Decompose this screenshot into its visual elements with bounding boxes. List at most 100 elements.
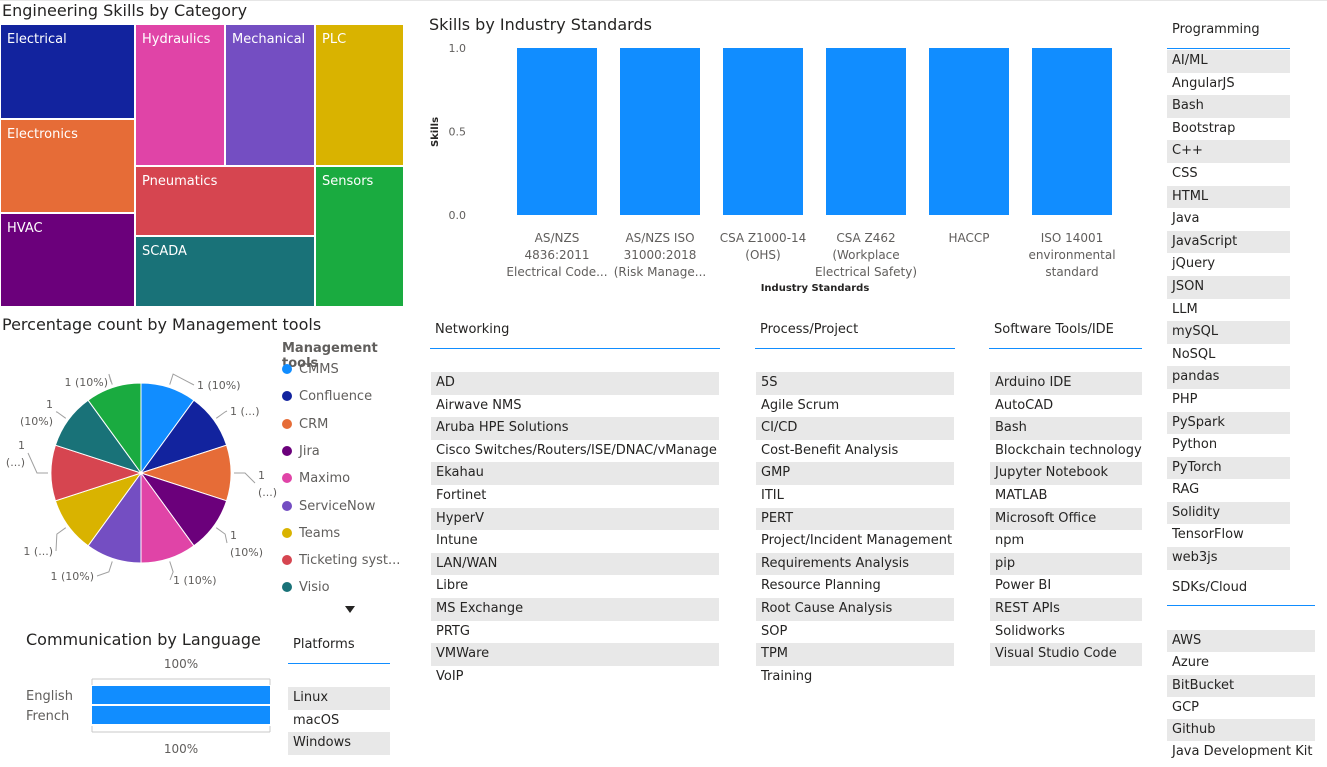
slicer-item-css[interactable]: CSS [1167, 163, 1290, 186]
slicer-item-pandas[interactable]: pandas [1167, 366, 1290, 389]
slicer-item-php[interactable]: PHP [1167, 389, 1290, 412]
slicer-item-bitbucket[interactable]: BitBucket [1167, 674, 1315, 697]
slicer-item-arduino-ide[interactable]: Arduino IDE [990, 372, 1142, 395]
slicer-item-gcp[interactable]: GCP [1167, 697, 1315, 719]
slicer-item-web3js[interactable]: web3js [1167, 547, 1290, 570]
slicer-item-power-bi[interactable]: Power BI [990, 575, 1142, 598]
treemap-cell-hvac[interactable]: HVAC [0, 213, 135, 307]
treemap-cell-electronics[interactable]: Electronics [0, 119, 135, 213]
slicer-item-linux[interactable]: Linux [288, 687, 390, 710]
slicer-item-5s[interactable]: 5S [756, 372, 954, 395]
legend-item-maximo[interactable]: Maximo [282, 471, 350, 491]
slicer-item-cost-benefit-analysis[interactable]: Cost-Benefit Analysis [756, 440, 954, 463]
slicer-item-github[interactable]: Github [1167, 719, 1315, 742]
slicer-item-mysql[interactable]: mySQL [1167, 321, 1290, 344]
slicer-item-rest-apis[interactable]: REST APIs [990, 597, 1142, 621]
slicer-item-bootstrap[interactable]: Bootstrap [1167, 118, 1290, 141]
slicer-item-agile-scrum[interactable]: Agile Scrum [756, 395, 954, 418]
treemap-cell-scada[interactable]: SCADA [135, 236, 315, 307]
slicer-item-airwave-nms[interactable]: Airwave NMS [431, 395, 719, 418]
legend-item-confluence[interactable]: Confluence [282, 389, 372, 409]
slicer-item-java[interactable]: Java [1167, 208, 1290, 231]
treemap-cell-hydraulics[interactable]: Hydraulics [135, 24, 225, 166]
slicer-item-matlab[interactable]: MATLAB [990, 485, 1142, 508]
treemap-cell-electrical[interactable]: Electrical [0, 24, 135, 119]
slicer-item-vmware[interactable]: VMWare [431, 643, 719, 666]
slicer-item-voip[interactable]: VoIP [431, 666, 719, 689]
slicer-item-tpm[interactable]: TPM [756, 643, 954, 666]
bar-as-nzs-iso-31000-2018-risk-manage[interactable] [620, 48, 700, 215]
slicer-item-aruba-hpe-solutions[interactable]: Aruba HPE Solutions [431, 417, 719, 440]
slicer-item-cisco-switches-routers-ise-dnac-vmanage[interactable]: Cisco Switches/Routers/ISE/DNAC/vManage [431, 440, 719, 463]
legend-item-jira[interactable]: Jira [282, 444, 320, 464]
slicer-item-npm[interactable]: npm [990, 530, 1142, 553]
slicer-item-llm[interactable]: LLM [1167, 299, 1290, 322]
slicer-item-libre[interactable]: Libre [431, 575, 719, 598]
slicer-item-blockchain-technology[interactable]: Blockchain technology [990, 440, 1142, 463]
bar-iso-14001-environmental-standard[interactable] [1032, 48, 1112, 215]
slicer-item-visual-studio-code[interactable]: Visual Studio Code [990, 643, 1142, 666]
slicer-item-fortinet[interactable]: Fortinet [431, 485, 719, 508]
legend-item-teams[interactable]: Teams [282, 526, 340, 546]
treemap-cell-mechanical[interactable]: Mechanical [225, 24, 315, 166]
treemap-cell-plc[interactable]: PLC [315, 24, 404, 166]
bar-as-nzs-4836-2011-electrical-code[interactable] [517, 48, 597, 215]
slicer-item-java-development-kit[interactable]: Java Development Kit [1167, 741, 1315, 763]
slicer-item-python[interactable]: Python [1167, 434, 1290, 457]
bar-csa-z462-workplace-electrical-safety[interactable] [826, 48, 906, 215]
slicer-item-jquery[interactable]: jQuery [1167, 253, 1290, 276]
slicer-item-html[interactable]: HTML [1167, 185, 1290, 209]
slicer-item-training[interactable]: Training [756, 666, 954, 689]
slicer-item-prtg[interactable]: PRTG [431, 621, 719, 644]
slicer-item-nosql[interactable]: NoSQL [1167, 344, 1290, 367]
slicer-item-pytorch[interactable]: PyTorch [1167, 456, 1290, 480]
legend-item-cmms[interactable]: CMMS [282, 362, 339, 382]
slicer-item-project-incident-management[interactable]: Project/Incident Management [756, 530, 954, 553]
bar-english[interactable] [92, 686, 270, 704]
treemap-engineering-skills[interactable]: Electrical Electronics HVAC Hydraulics Mecha… [0, 24, 404, 307]
slicer-item-requirements-analysis[interactable]: Requirements Analysis [756, 552, 954, 576]
legend-item-crm[interactable]: CRM [282, 417, 328, 437]
slicer-item-pert[interactable]: PERT [756, 507, 954, 531]
treemap-cell-sensors[interactable]: Sensors [315, 166, 404, 307]
standards-bar-chart[interactable]: 0.0 0.5 1.0 Skills AS/NZS 4836:2011 Electrical… [420, 30, 1140, 300]
slicer-item-aws[interactable]: AWS [1167, 630, 1315, 653]
slicer-item-ms-exchange[interactable]: MS Exchange [431, 597, 719, 621]
slicer-item-ci-cd[interactable]: CI/CD [756, 417, 954, 440]
slicer-item-javascript[interactable]: JavaScript [1167, 230, 1290, 254]
slicer-item-rag[interactable]: RAG [1167, 479, 1290, 502]
slicer-item-itil[interactable]: ITIL [756, 485, 954, 508]
slicer-item-bash[interactable]: Bash [990, 417, 1142, 440]
management-tools-pie-chart[interactable]: 1 (10%) 1 (...) 1 (...) 1 (10%) 1 (10%) 1 (10%)… [0, 340, 280, 600]
slicer-item-lan-wan[interactable]: LAN/WAN [431, 552, 719, 576]
bar-french[interactable] [92, 706, 270, 724]
triangle-down-icon[interactable] [345, 606, 355, 613]
language-bar-chart[interactable]: 100% 100% English French [20, 652, 280, 764]
slicer-item-pyspark[interactable]: PySpark [1167, 411, 1290, 435]
slicer-item-json[interactable]: JSON [1167, 275, 1290, 299]
slicer-item-autocad[interactable]: AutoCAD [990, 395, 1142, 418]
slicer-item-macos[interactable]: macOS [288, 710, 390, 733]
legend-item-visio[interactable]: Visio [282, 580, 330, 600]
slicer-item-solidworks[interactable]: Solidworks [990, 621, 1142, 644]
slicer-item-azure[interactable]: Azure [1167, 652, 1315, 674]
slicer-item-tensorflow[interactable]: TensorFlow [1167, 524, 1290, 547]
slicer-item-hyperv[interactable]: HyperV [431, 507, 719, 531]
slicer-item-gmp[interactable]: GMP [756, 462, 954, 485]
bar-haccp[interactable] [929, 48, 1009, 215]
slicer-item-sop[interactable]: SOP [756, 621, 954, 644]
slicer-item-microsoft-office[interactable]: Microsoft Office [990, 507, 1142, 531]
treemap-cell-pneumatics[interactable]: Pneumatics [135, 166, 315, 236]
slicer-item-resource-planning[interactable]: Resource Planning [756, 575, 954, 598]
slicer-item-root-cause-analysis[interactable]: Root Cause Analysis [756, 597, 954, 621]
slicer-item-ekahau[interactable]: Ekahau [431, 462, 719, 485]
slicer-item-ad[interactable]: AD [431, 372, 719, 395]
slicer-item-pip[interactable]: pip [990, 552, 1142, 576]
slicer-item-intune[interactable]: Intune [431, 530, 719, 553]
slicer-item-jupyter-notebook[interactable]: Jupyter Notebook [990, 462, 1142, 485]
slicer-item-ai-ml[interactable]: AI/ML [1167, 50, 1290, 73]
slicer-item-angularjs[interactable]: AngularJS [1167, 73, 1290, 96]
slicer-item-bash[interactable]: Bash [1167, 95, 1290, 118]
slicer-item-c[interactable]: C++ [1167, 140, 1290, 163]
bar-csa-z1000-14-ohs[interactable] [723, 48, 803, 215]
